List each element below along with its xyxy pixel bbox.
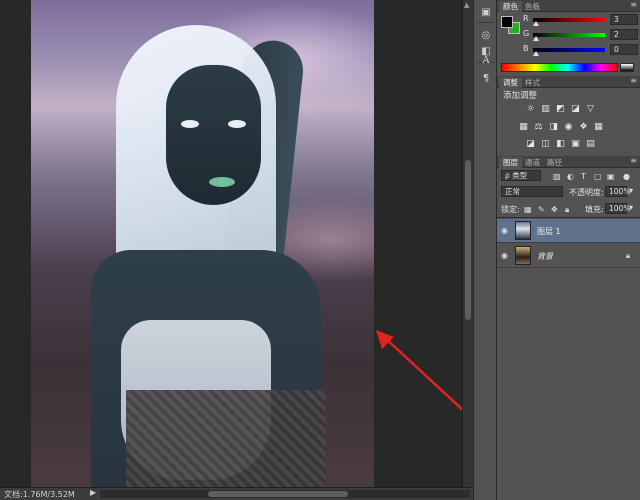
photo-filter-icon[interactable]: ◉	[563, 122, 574, 132]
red-knob[interactable]	[533, 21, 539, 26]
color-panel-icon[interactable]: ▣	[477, 4, 495, 20]
adjustments-panel-icon[interactable]: ◎	[477, 27, 495, 43]
black-white-icon[interactable]: ◨	[548, 122, 559, 132]
horizontal-scroll-thumb[interactable]	[208, 491, 348, 497]
brightness-icon[interactable]: ☼	[525, 104, 536, 114]
layer-name[interactable]: 图层 1	[537, 226, 561, 237]
green-track[interactable]	[533, 33, 605, 37]
layer-thumbnail	[515, 246, 531, 265]
panel-menu-icon[interactable]: ≡	[630, 156, 637, 165]
vertical-scroll-thumb[interactable]	[465, 160, 471, 320]
character-panel-icon[interactable]: A	[477, 52, 495, 68]
filter-pixel-icon[interactable]: ▨	[553, 172, 561, 181]
fill-label: 填充:	[585, 205, 604, 214]
annotation-arrow-icon	[376, 330, 462, 411]
opacity-label: 不透明度:	[569, 188, 604, 197]
channel-mixer-icon[interactable]: ❖	[578, 122, 589, 132]
color-spectrum-bar[interactable]	[501, 63, 618, 72]
paragraph-panel-icon[interactable]: ¶	[477, 70, 495, 86]
add-adjustment-title: 添加调整	[503, 91, 538, 101]
blue-label: B	[523, 44, 529, 53]
document-size-info: 文档:1.76M/3.52M	[4, 490, 75, 499]
opacity-input[interactable]: 100%	[605, 186, 630, 197]
tab-layers[interactable]: 图层	[499, 157, 522, 168]
tab-paths[interactable]: 路径	[543, 157, 566, 168]
horizontal-scrollbar[interactable]	[100, 490, 470, 498]
dock-divider	[477, 22, 495, 23]
color-balance-icon[interactable]: ⚖	[533, 122, 544, 132]
layer-row-background[interactable]: ◉ 背景 🔒︎	[497, 244, 640, 268]
right-panel-dock: 颜色 色板 ≡ R 3 G 2 B 0 调整 样式 ≡ 添加调整 ☼ ▥ ◩ ◪…	[497, 0, 640, 500]
tab-channels[interactable]: 通道	[521, 157, 544, 168]
scroll-up-icon[interactable]: ▲	[464, 1, 469, 9]
curves-icon[interactable]: ◩	[555, 104, 566, 114]
lock-all-icon[interactable]: 🔒︎	[565, 205, 569, 215]
levels-icon[interactable]: ▥	[540, 104, 551, 114]
green-knob[interactable]	[533, 36, 539, 41]
right-eye	[228, 120, 246, 128]
tab-styles[interactable]: 样式	[521, 77, 544, 88]
layer-name[interactable]: 背景	[537, 251, 553, 262]
status-menu-arrow-icon[interactable]: ▶	[90, 488, 96, 497]
inverted-lips	[209, 177, 235, 187]
green-value-input[interactable]: 2	[610, 29, 638, 40]
layer-list: ◉ 图层 1 ◉ 背景 🔒︎	[497, 217, 640, 500]
left-eye	[181, 120, 199, 128]
layer-row-1[interactable]: ◉ 图层 1	[497, 219, 640, 243]
green-slider[interactable]: G 2	[523, 29, 640, 41]
red-value-input[interactable]: 3	[610, 14, 638, 25]
tab-swatches[interactable]: 色板	[521, 1, 544, 12]
red-track[interactable]	[533, 18, 605, 22]
lock-transparent-icon[interactable]: ▦	[524, 205, 532, 214]
filter-smart-object-icon[interactable]: ▣	[607, 172, 615, 181]
lock-label: 锁定:	[501, 205, 520, 214]
inverted-dress	[126, 390, 326, 487]
invert-icon[interactable]: ◪	[525, 139, 536, 149]
foreground-color-swatch[interactable]	[501, 16, 513, 28]
black-white-ramp[interactable]	[620, 63, 634, 72]
layer-thumbnail	[515, 221, 531, 240]
layers-panel-tabs: 图层 通道 路径 ≡	[497, 156, 640, 168]
filter-type-icon[interactable]: T	[581, 172, 586, 181]
blue-track[interactable]	[533, 48, 605, 52]
lock-position-icon[interactable]: ✥	[551, 205, 558, 214]
selective-color-icon[interactable]: ▣	[570, 139, 581, 149]
image-canvas[interactable]	[31, 0, 374, 487]
lock-image-icon[interactable]: ✎	[538, 205, 545, 214]
filter-adjustment-icon[interactable]: ◐	[567, 172, 574, 181]
tab-color[interactable]: 颜色	[499, 1, 522, 12]
layer-filter-type-select[interactable]: ρ 类型	[501, 170, 541, 181]
layer-lock-icon: 🔒︎	[625, 251, 630, 260]
status-bar: 文档:1.76M/3.52M ▶	[0, 487, 473, 500]
panel-menu-icon[interactable]: ≡	[630, 0, 637, 9]
blend-mode-select[interactable]: 正常	[501, 186, 563, 197]
red-label: R	[523, 14, 529, 23]
vertical-scrollbar[interactable]: ▲	[462, 0, 473, 487]
vibrance-icon[interactable]: ▽	[585, 104, 596, 114]
adjustments-panel-tabs: 调整 样式 ≡	[497, 76, 640, 88]
green-label: G	[523, 29, 530, 38]
filter-shape-icon[interactable]: ▢	[594, 172, 602, 181]
threshold-icon[interactable]: ◧	[555, 139, 566, 149]
blue-knob[interactable]	[533, 51, 539, 56]
panel-dock-strip: ▣ ◎ ◧ A ¶	[473, 0, 497, 500]
document-workspace[interactable]	[0, 0, 462, 487]
blue-slider[interactable]: B 0	[523, 44, 640, 56]
fill-input[interactable]: 100%	[605, 203, 630, 214]
color-lookup-icon[interactable]: ▦	[593, 122, 604, 132]
tab-adjustments[interactable]: 调整	[499, 77, 522, 88]
gradient-map-icon[interactable]: ▤	[585, 139, 596, 149]
posterize-icon[interactable]: ◫	[540, 139, 551, 149]
red-slider[interactable]: R 3	[523, 14, 640, 26]
visibility-eye-icon[interactable]: ◉	[501, 226, 508, 235]
fill-dropdown-icon[interactable]: ▾	[629, 203, 633, 212]
blue-value-input[interactable]: 0	[610, 44, 638, 55]
filter-toggle-icon[interactable]: ●	[623, 172, 630, 181]
opacity-dropdown-icon[interactable]: ▾	[629, 186, 633, 195]
panel-menu-icon[interactable]: ≡	[630, 76, 637, 85]
color-panel-tabs: 颜色 色板 ≡	[497, 0, 640, 12]
exposure-icon[interactable]: ◪	[570, 104, 581, 114]
hue-saturation-icon[interactable]: ▦	[518, 122, 529, 132]
visibility-eye-icon[interactable]: ◉	[501, 251, 508, 260]
